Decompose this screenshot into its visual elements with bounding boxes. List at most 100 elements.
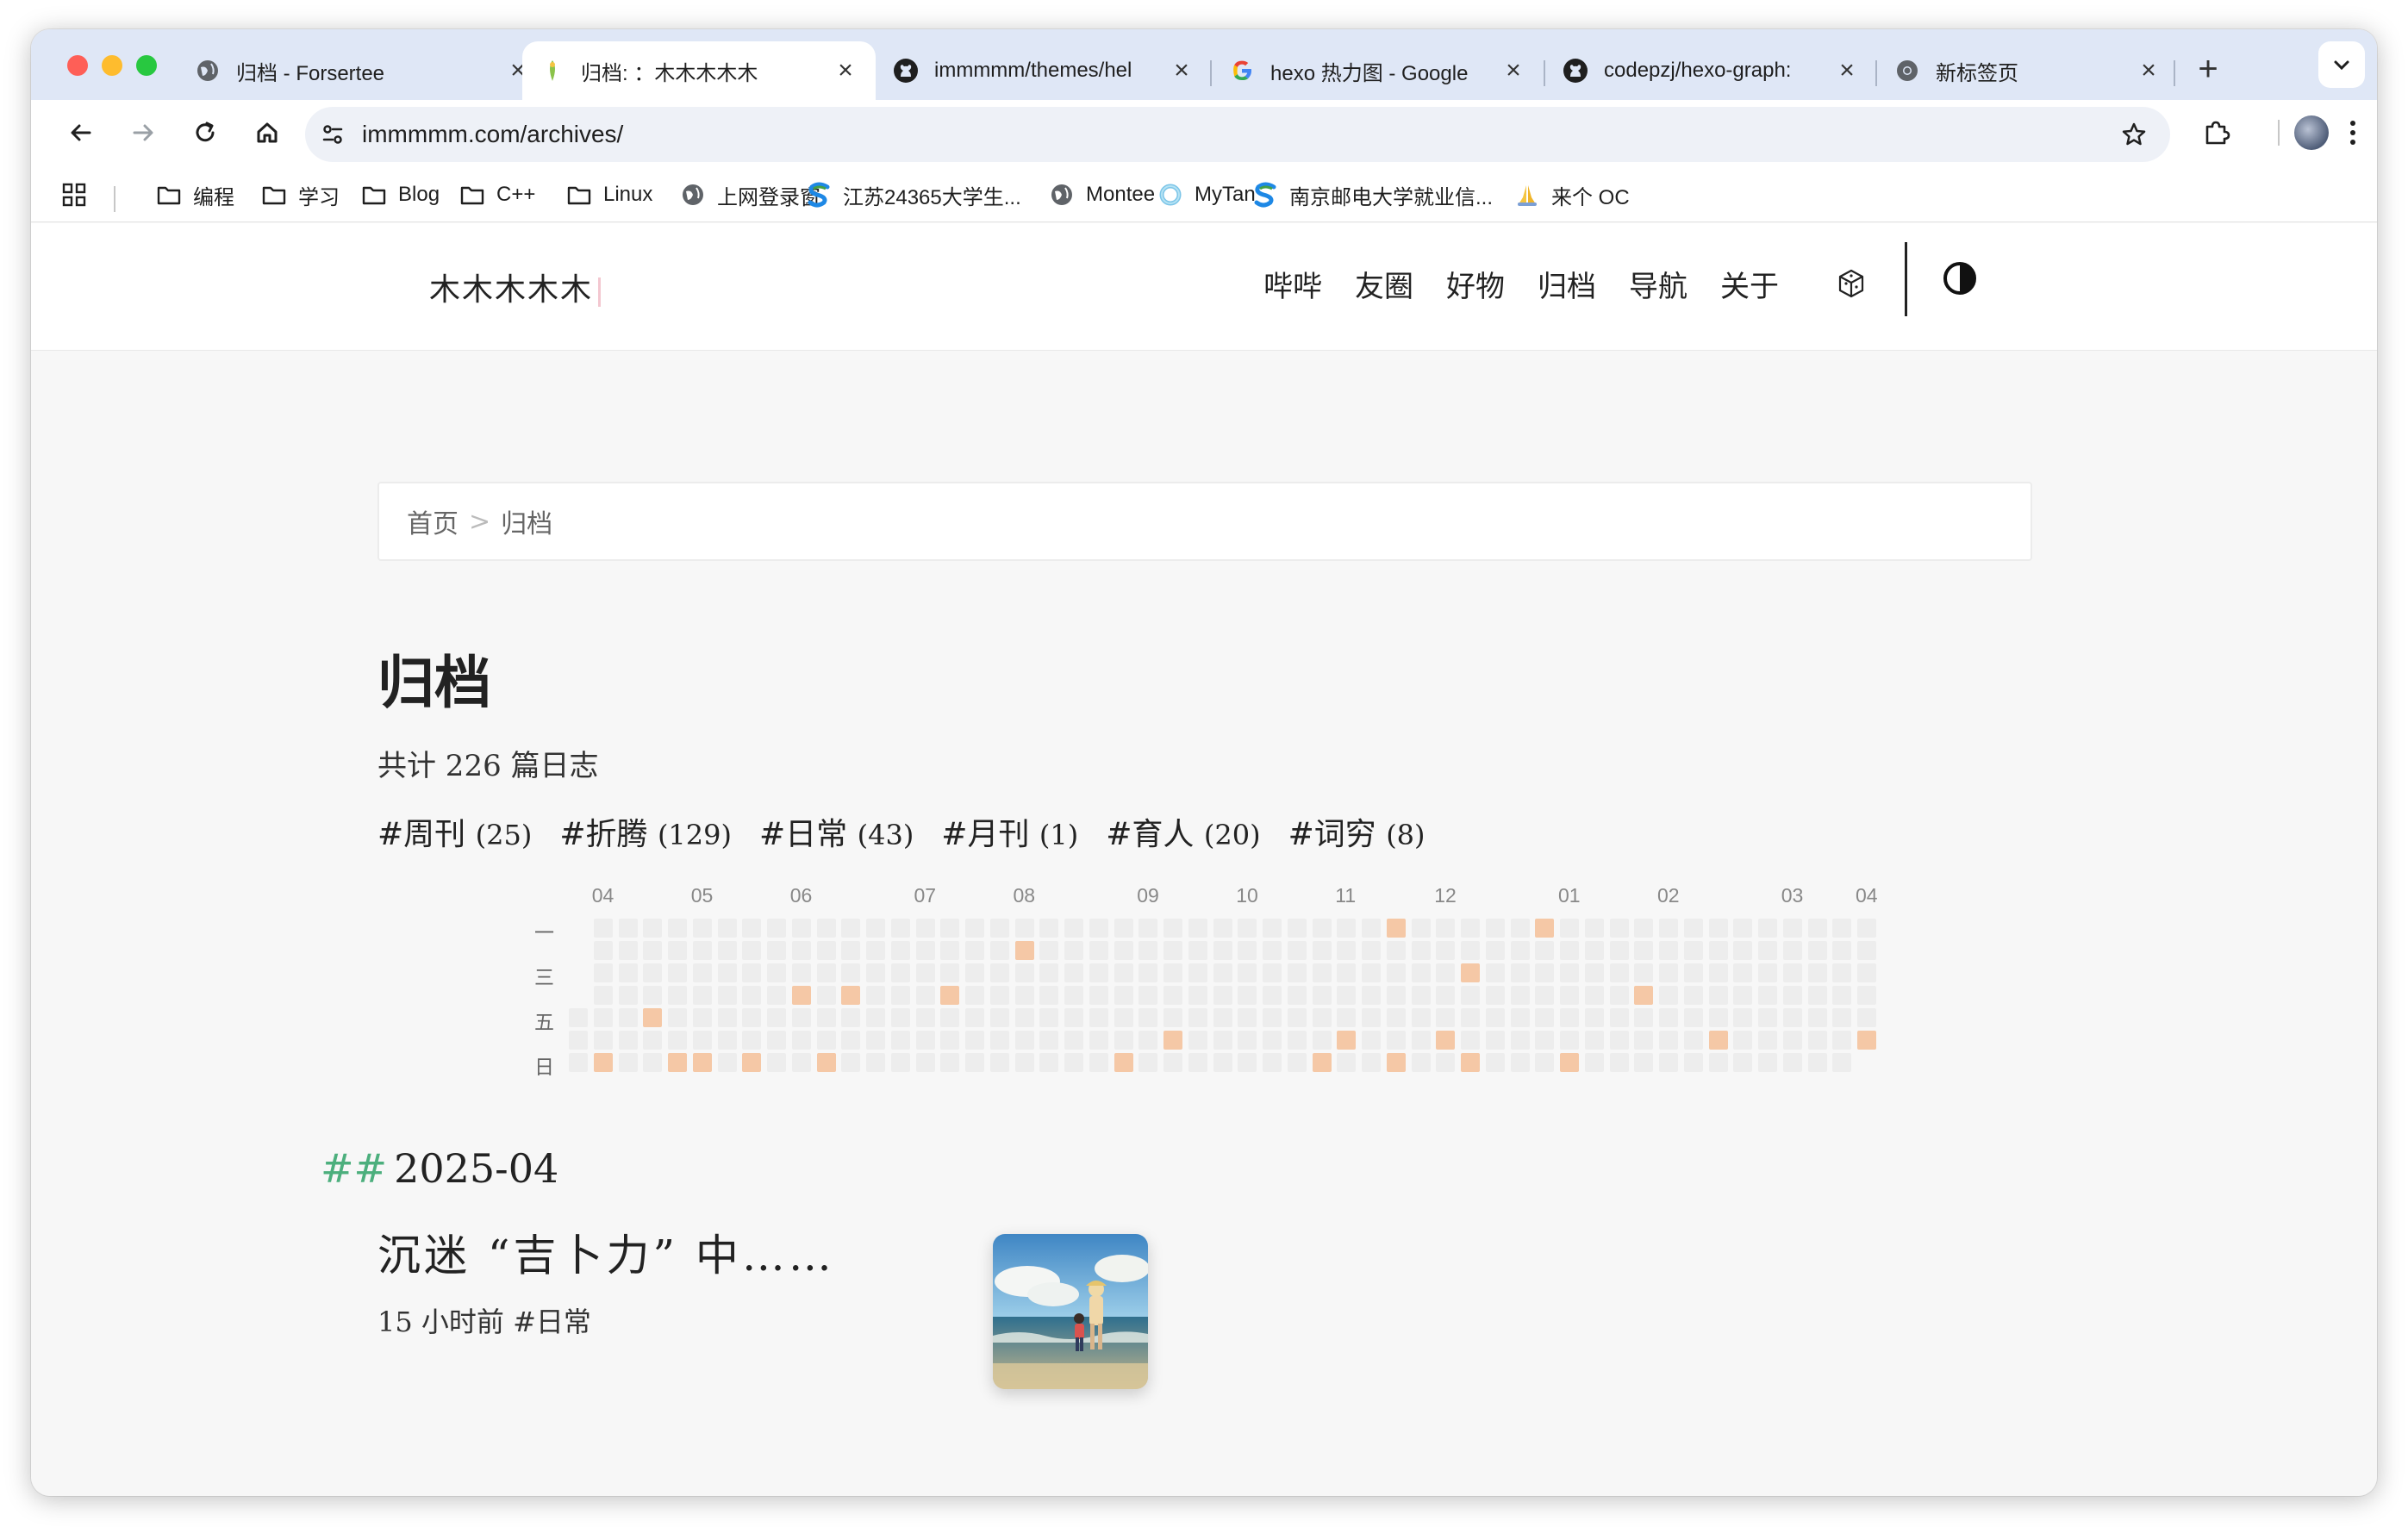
heatmap-cell <box>1039 963 1059 982</box>
bookmark-item[interactable]: C++ <box>459 178 535 212</box>
bookmark-item[interactable]: Linux <box>565 178 652 212</box>
theme-toggle-button[interactable] <box>1939 258 1981 299</box>
bookmark-item[interactable]: MyTan <box>1157 178 1256 212</box>
heatmap-cell-active[interactable] <box>1337 1031 1357 1050</box>
heatmap-cell <box>1039 1031 1059 1050</box>
post-title-link[interactable]: 沉迷 “吉卜力” 中…… <box>377 1221 835 1283</box>
heatmap-cell-active[interactable] <box>1708 1031 1728 1050</box>
profile-button[interactable] <box>2291 112 2332 153</box>
heatmap-cell-active[interactable] <box>1535 919 1555 938</box>
heatmap-cell <box>890 1053 910 1072</box>
heatmap-cell-active[interactable] <box>668 1053 687 1072</box>
heatmap-cell-active[interactable] <box>1461 963 1480 982</box>
nav-link-about[interactable]: 关于 <box>1720 263 1779 305</box>
heatmap-cell-active[interactable] <box>1014 941 1034 960</box>
heatmap-cell <box>1609 963 1629 982</box>
heatmap-cell <box>1683 941 1703 960</box>
heatmap-cell-active[interactable] <box>692 1053 712 1072</box>
site-info-icon[interactable] <box>314 115 352 153</box>
address-bar[interactable]: immmmm.com/archives/ <box>305 107 2170 162</box>
nav-link-navigation[interactable]: 导航 <box>1629 263 1687 305</box>
tab-google-search[interactable]: hexo 热力图 - Google × <box>1212 41 1544 100</box>
heatmap-cell-active[interactable] <box>1461 1053 1480 1072</box>
heatmap-cell <box>1411 919 1431 938</box>
heatmap-day-label: 一 <box>534 921 554 944</box>
new-tab-button[interactable]: + <box>2186 48 2230 93</box>
tag-link-daily[interactable]: #日常 (43) <box>759 809 914 854</box>
heatmap-cell <box>1287 919 1307 938</box>
tab-github-themes[interactable]: immmmm/themes/hel × <box>876 41 1212 100</box>
heatmap-cell-active[interactable] <box>940 986 960 1005</box>
breadcrumb-home-link[interactable]: 首页 <box>407 502 459 540</box>
close-tab-button[interactable]: × <box>1834 56 1860 85</box>
close-tab-button[interactable]: × <box>833 56 858 85</box>
heatmap-day-label: 日 <box>534 1056 554 1078</box>
heatmap-cell-active[interactable] <box>1312 1053 1332 1072</box>
heatmap-cell-active[interactable] <box>1560 1053 1579 1072</box>
bookmark-star-icon[interactable] <box>2115 115 2153 153</box>
apps-button[interactable] <box>60 178 98 212</box>
tab-github-hexo-graph[interactable]: codepzj/hexo-graph: × <box>1545 41 1877 100</box>
bookmark-item[interactable]: 来个 OC <box>1513 178 1630 212</box>
heatmap-cell-active[interactable] <box>1436 1031 1456 1050</box>
heatmap-cell-active[interactable] <box>1114 1053 1133 1072</box>
nav-link-friends[interactable]: 友圈 <box>1355 263 1413 305</box>
heatmap-cell-active[interactable] <box>742 1053 762 1072</box>
heatmap-cell-active[interactable] <box>791 986 811 1005</box>
tag-link-tinker[interactable]: #折腾 (129) <box>559 809 732 854</box>
close-tab-button[interactable]: × <box>1500 56 1526 85</box>
minimize-window-button[interactable] <box>102 55 122 76</box>
heatmap-cell <box>791 1053 811 1072</box>
close-tab-button[interactable]: × <box>2136 56 2162 85</box>
heatmap-cell-active[interactable] <box>1634 986 1654 1005</box>
bookmark-item[interactable]: 江苏24365大学生... <box>805 178 1021 212</box>
heatmap-cell-active[interactable] <box>1386 919 1406 938</box>
nav-link-bibi[interactable]: 哔哔 <box>1263 263 1322 305</box>
bookmark-item[interactable]: 上网登录窗 <box>679 178 820 212</box>
heatmap-cell <box>1535 1053 1555 1072</box>
bookmark-item[interactable]: Blog <box>360 178 440 212</box>
heatmap-cell-active[interactable] <box>1163 1031 1182 1050</box>
heatmap-cell <box>1485 1008 1505 1027</box>
heatmap-cell <box>1832 963 1852 982</box>
post-thumbnail[interactable] <box>993 1234 1148 1389</box>
menu-button[interactable] <box>2332 112 2374 153</box>
maximize-window-button[interactable] <box>136 55 157 76</box>
tab-search-button[interactable] <box>2318 41 2365 88</box>
tag-link-monthly[interactable]: #月刊 (1) <box>941 809 1078 854</box>
heatmap-cell <box>643 919 663 938</box>
forward-button[interactable] <box>122 112 164 153</box>
tag-link-wordless[interactable]: #词穷 (8) <box>1288 809 1425 854</box>
reload-button[interactable] <box>184 112 226 153</box>
tab-new-tab-page[interactable]: 新标签页 × <box>1877 41 2179 100</box>
back-button[interactable] <box>60 112 102 153</box>
extensions-button[interactable] <box>2196 112 2237 153</box>
home-button[interactable] <box>246 112 288 153</box>
bookmark-item[interactable]: 南京邮电大学就业信... <box>1251 178 1493 212</box>
s-logo-icon <box>805 181 833 209</box>
nav-link-archives[interactable]: 归档 <box>1538 263 1596 305</box>
heatmap-cell-active[interactable] <box>816 1053 836 1072</box>
bookmark-item[interactable]: Montee <box>1048 178 1155 212</box>
site-title[interactable]: 木木木木木 <box>429 265 602 309</box>
heatmap-cell-active[interactable] <box>1857 1031 1876 1050</box>
heatmap-month-label: 08 <box>1013 884 1036 907</box>
heatmap-cell-active[interactable] <box>593 1053 613 1072</box>
nav-link-goods[interactable]: 好物 <box>1446 263 1505 305</box>
bookmark-item[interactable]: 学习 <box>260 178 340 212</box>
close-window-button[interactable] <box>67 55 88 76</box>
tag-link-weekly[interactable]: #周刊 (25) <box>377 809 532 854</box>
close-tab-button[interactable]: × <box>1169 56 1195 85</box>
tab-forsertee[interactable]: 归档 - Forsertee × <box>178 41 548 100</box>
tag-link-parenting[interactable]: #育人 (20) <box>1106 809 1260 854</box>
heatmap-cell-active[interactable] <box>1386 1053 1406 1072</box>
bookmark-item[interactable]: 编程 <box>155 178 234 212</box>
heatmap-cell-active[interactable] <box>841 986 861 1005</box>
cube-icon[interactable] <box>1834 266 1868 301</box>
heatmap-cell <box>643 1053 663 1072</box>
heatmap-cell-active[interactable] <box>643 1008 663 1027</box>
tab-archives-active[interactable]: 归档: ：木木木木木 × <box>522 41 876 100</box>
heatmap-cell <box>618 919 638 938</box>
heatmap-cell <box>692 963 712 982</box>
bookmark-label: Linux <box>603 183 653 206</box>
